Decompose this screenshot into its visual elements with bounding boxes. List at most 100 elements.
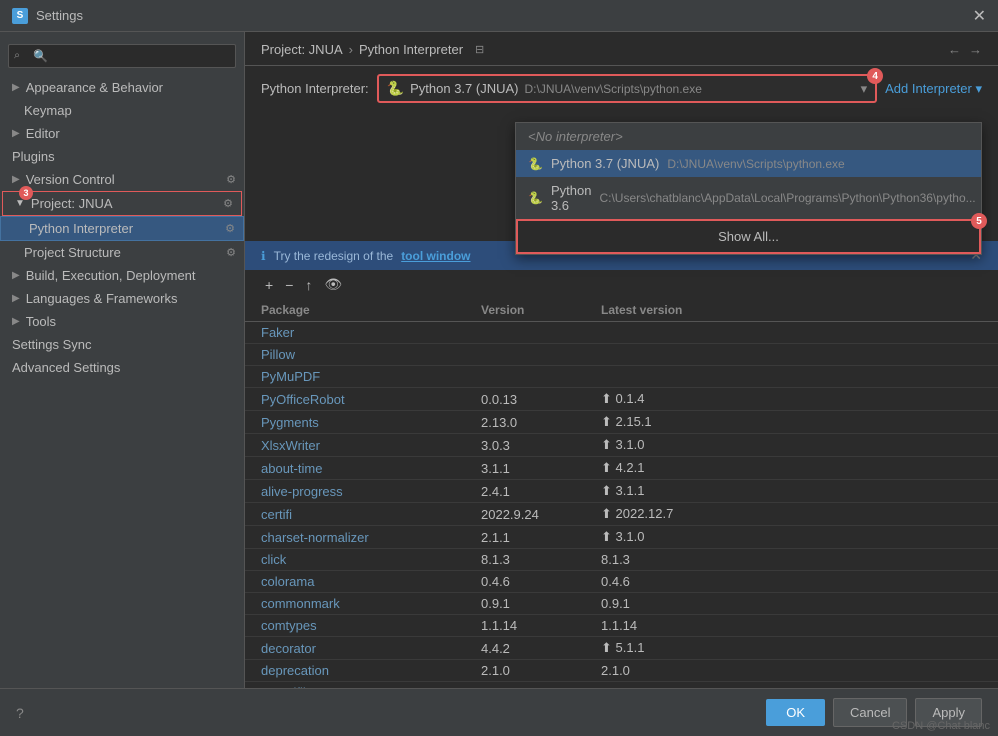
table-row[interactable]: deprecation 2.1.0 2.1.0 [245,660,998,682]
nav-forward-icon[interactable]: → [969,42,982,57]
sidebar-item-settings-sync[interactable]: Settings Sync [0,333,244,356]
table-row[interactable]: alive-progress 2.4.1 ⬆ 3.1.1 [245,480,998,503]
table-row[interactable]: PyOfficeRobot 0.0.13 ⬆ 0.1.4 [245,388,998,411]
breadcrumb: Project: JNUA › Python Interpreter ⊟ ← → [245,32,998,66]
ok-button[interactable]: OK [766,699,825,726]
cell-latest: ⬆ 3.1.0 [601,529,982,545]
arrow-icon: ▶ [12,293,20,304]
cell-version: 3.1.1 [481,461,601,476]
sidebar-item-tools[interactable]: ▶ Tools [0,310,244,333]
sidebar-item-label: Plugins [12,149,55,164]
cell-package: PyOfficeRobot [261,392,481,407]
nav-back-icon[interactable]: ← [948,42,961,57]
breadcrumb-current: Python Interpreter [359,42,463,57]
up-button[interactable]: ↑ [301,275,316,295]
interpreter-option-2[interactable]: 🐍 Python 3.6 C:\Users\chatblanc\AppData\… [516,177,981,219]
tool-window-link[interactable]: tool window [401,249,470,263]
table-row[interactable]: charset-normalizer 2.1.1 ⬆ 3.1.0 [245,526,998,549]
app-icon: S [12,8,28,24]
interpreter-option-1[interactable]: 🐍 Python 3.7 (JNUA) D:\JNUA\venv\Scripts… [516,150,981,177]
window-title: Settings [36,8,83,23]
table-row[interactable]: click 8.1.3 8.1.3 [245,549,998,571]
cell-latest: ⬆ 5.1.1 [601,640,982,656]
table-row[interactable]: about-time 3.1.1 ⬆ 4.2.1 [245,457,998,480]
sidebar-item-project-jnua[interactable]: ▼ Project: JNUA ⚙ 3 [2,191,242,216]
cell-package: about-time [261,461,481,476]
sidebar-item-label: Project: JNUA [31,196,113,211]
cell-latest: ⬆ 4.2.1 [601,460,982,476]
content-area: Project: JNUA › Python Interpreter ⊟ ← →… [245,32,998,688]
table-row[interactable]: colorama 0.4.6 0.4.6 [245,571,998,593]
cell-package: deprecation [261,663,481,678]
sidebar-item-keymap[interactable]: Keymap [0,99,244,122]
sidebar-item-plugins[interactable]: Plugins [0,145,244,168]
cell-latest: ⬆ 0.1.4 [601,391,982,407]
sidebar-item-languages[interactable]: ▶ Languages & Frameworks [0,287,244,310]
main-layout: ⌕ ▶ Appearance & Behavior Keymap ▶ Edito… [0,32,998,688]
cell-package: commonmark [261,596,481,611]
table-row[interactable]: Pygments 2.13.0 ⬆ 2.15.1 [245,411,998,434]
sidebar-item-label: Settings Sync [12,337,92,352]
table-header: Package Version Latest version [245,299,998,322]
cell-latest: ⬆ 2022.12.7 [601,506,982,522]
sidebar-item-editor[interactable]: ▶ Editor [0,122,244,145]
cell-latest: 1.1.0 [601,685,982,688]
sidebar-item-build[interactable]: ▶ Build, Execution, Deployment [0,264,244,287]
table-row[interactable]: comtypes 1.1.14 1.1.14 [245,615,998,637]
sidebar-item-label: Languages & Frameworks [26,291,178,306]
add-interpreter-button[interactable]: Add Interpreter ▾ [885,81,982,97]
cell-package: XlsxWriter [261,438,481,453]
cell-version: 2.4.1 [481,484,601,499]
close-button[interactable]: ✕ [973,6,986,26]
remove-package-button[interactable]: − [281,275,297,295]
cell-package: colorama [261,574,481,589]
table-row[interactable]: Pillow [245,344,998,366]
sidebar-item-label: Keymap [24,103,72,118]
col-header-package: Package [261,303,481,317]
table-row[interactable]: commonmark 0.9.1 0.9.1 [245,593,998,615]
interpreter-dropdown[interactable]: 🐍 Python 3.7 (JNUA) D:\JNUA\venv\Scripts… [377,74,877,103]
cell-latest: 0.9.1 [601,596,982,611]
cell-package: charset-normalizer [261,530,481,545]
settings-icon2: ⚙ [223,197,233,210]
table-row[interactable]: et-xmlfile 1.1.0 1.1.0 [245,682,998,688]
badge-4: 4 [867,68,883,84]
cell-version: 1.1.0 [481,685,601,688]
table-row[interactable]: XlsxWriter 3.0.3 ⬆ 3.1.0 [245,434,998,457]
sidebar-item-label: Tools [26,314,56,329]
cell-package: comtypes [261,618,481,633]
cell-version: 0.0.13 [481,392,601,407]
no-interp-label: <No interpreter> [528,129,623,144]
watermark: CSDN @Chat blanc [892,720,990,732]
cell-version: 2022.9.24 [481,507,601,522]
python-icon-sm: 🐍 [528,157,543,171]
sidebar-item-version-control[interactable]: ▶ Version Control ⚙ [0,168,244,191]
cell-latest: ⬆ 3.1.0 [601,437,982,453]
table-row[interactable]: Faker [245,322,998,344]
table-row[interactable]: certifi 2022.9.24 ⬆ 2022.12.7 [245,503,998,526]
no-interpreter-option[interactable]: <No interpreter> [516,123,981,150]
search-box: ⌕ [8,44,236,68]
eye-button[interactable]: 👁 [320,274,346,295]
search-input[interactable] [8,44,236,68]
cell-package: alive-progress [261,484,481,499]
show-all-button[interactable]: Show All... 5 [516,219,981,254]
cell-package: et-xmlfile [261,685,481,688]
add-package-button[interactable]: + [261,275,277,295]
show-all-label: Show All... [718,229,779,244]
search-icon: ⌕ [14,50,20,63]
sidebar-item-label: Build, Execution, Deployment [26,268,196,283]
breadcrumb-project: Project: JNUA [261,42,343,57]
sidebar-item-appearance[interactable]: ▶ Appearance & Behavior [0,76,244,99]
table-row[interactable]: PyMuPDF [245,366,998,388]
help-button[interactable]: ? [16,705,24,721]
cell-version: 3.0.3 [481,438,601,453]
breadcrumb-nav: ← → [948,42,982,57]
sidebar-item-label: Advanced Settings [12,360,120,375]
table-rows-container: Faker Pillow PyMuPDF PyOfficeRobot 0.0.1… [245,322,998,688]
arrow-icon: ▶ [12,174,20,185]
sidebar-item-project-structure[interactable]: Project Structure ⚙ [0,241,244,264]
sidebar-item-python-interpreter[interactable]: Python Interpreter ⚙ [0,216,244,241]
sidebar-item-advanced-settings[interactable]: Advanced Settings [0,356,244,379]
table-row[interactable]: decorator 4.4.2 ⬆ 5.1.1 [245,637,998,660]
